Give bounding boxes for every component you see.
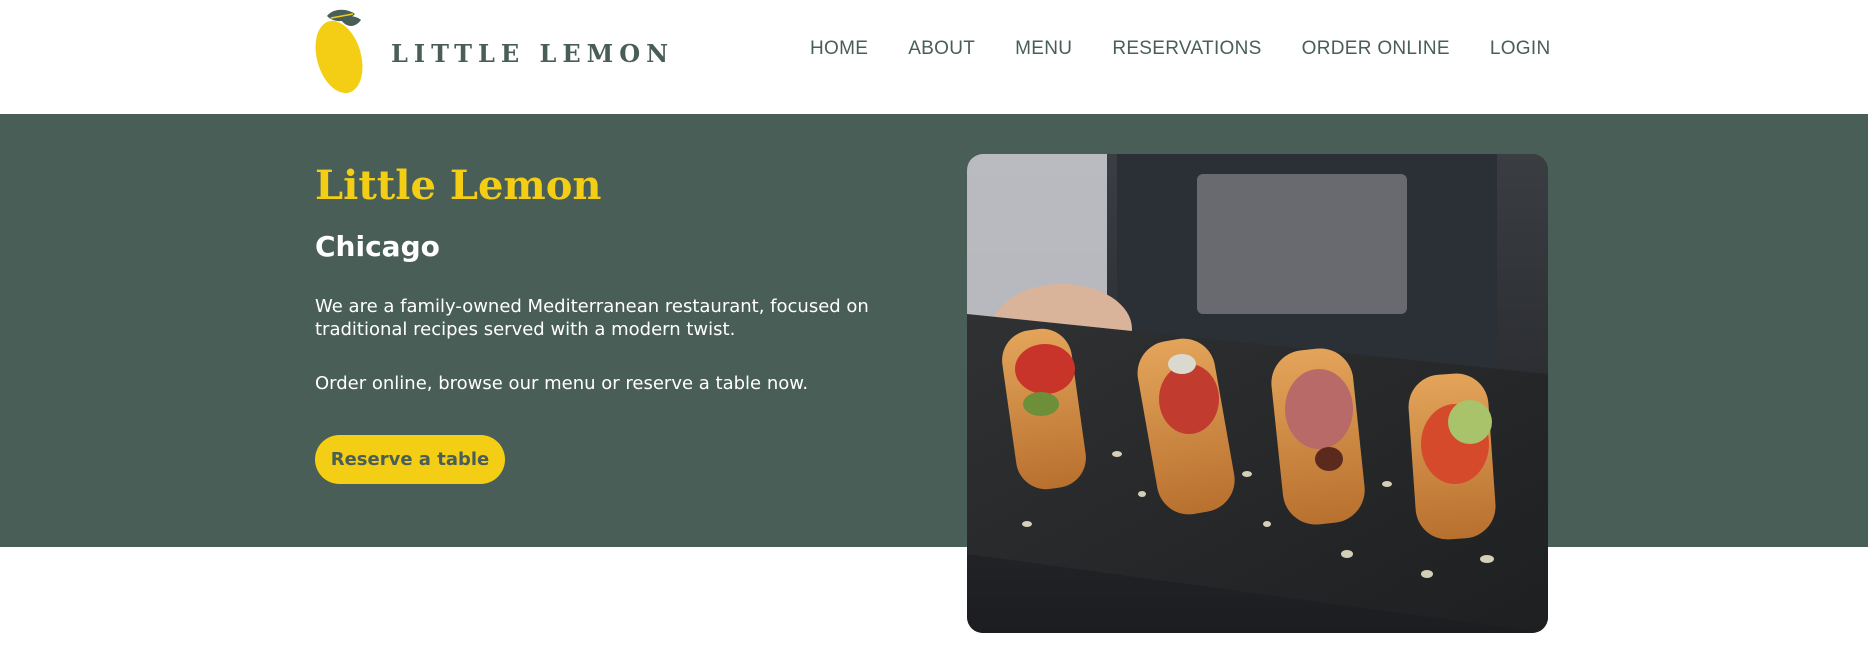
nav-reservations[interactable]: RESERVATIONS bbox=[1112, 38, 1261, 60]
nav-home[interactable]: HOME bbox=[810, 38, 868, 60]
nav-order-online[interactable]: ORDER ONLINE bbox=[1302, 38, 1450, 60]
hero-title: Little Lemon bbox=[315, 162, 602, 209]
hero-section bbox=[0, 114, 1868, 547]
nav-login[interactable]: LOGIN bbox=[1490, 38, 1551, 60]
hero-description: We are a family-owned Mediterranean rest… bbox=[315, 296, 869, 340]
logo[interactable]: LITTLE LEMON bbox=[313, 6, 674, 96]
food-platter-image bbox=[967, 154, 1548, 633]
nav-menu[interactable]: MENU bbox=[1015, 38, 1072, 60]
main-nav: HOME ABOUT MENU RESERVATIONS ORDER ONLIN… bbox=[810, 38, 1550, 60]
lemon-logo-icon bbox=[315, 9, 363, 94]
hero-subtitle: Chicago bbox=[315, 230, 440, 263]
site-header: LITTLE LEMON HOME ABOUT MENU RESERVATION… bbox=[0, 0, 1868, 114]
reserve-table-button[interactable]: Reserve a table bbox=[315, 435, 505, 484]
nav-about[interactable]: ABOUT bbox=[908, 38, 975, 60]
hero-image bbox=[967, 154, 1548, 633]
hero-cta-text: Order online, browse our menu or reserve… bbox=[315, 373, 809, 394]
logo-text: LITTLE LEMON bbox=[391, 38, 675, 68]
